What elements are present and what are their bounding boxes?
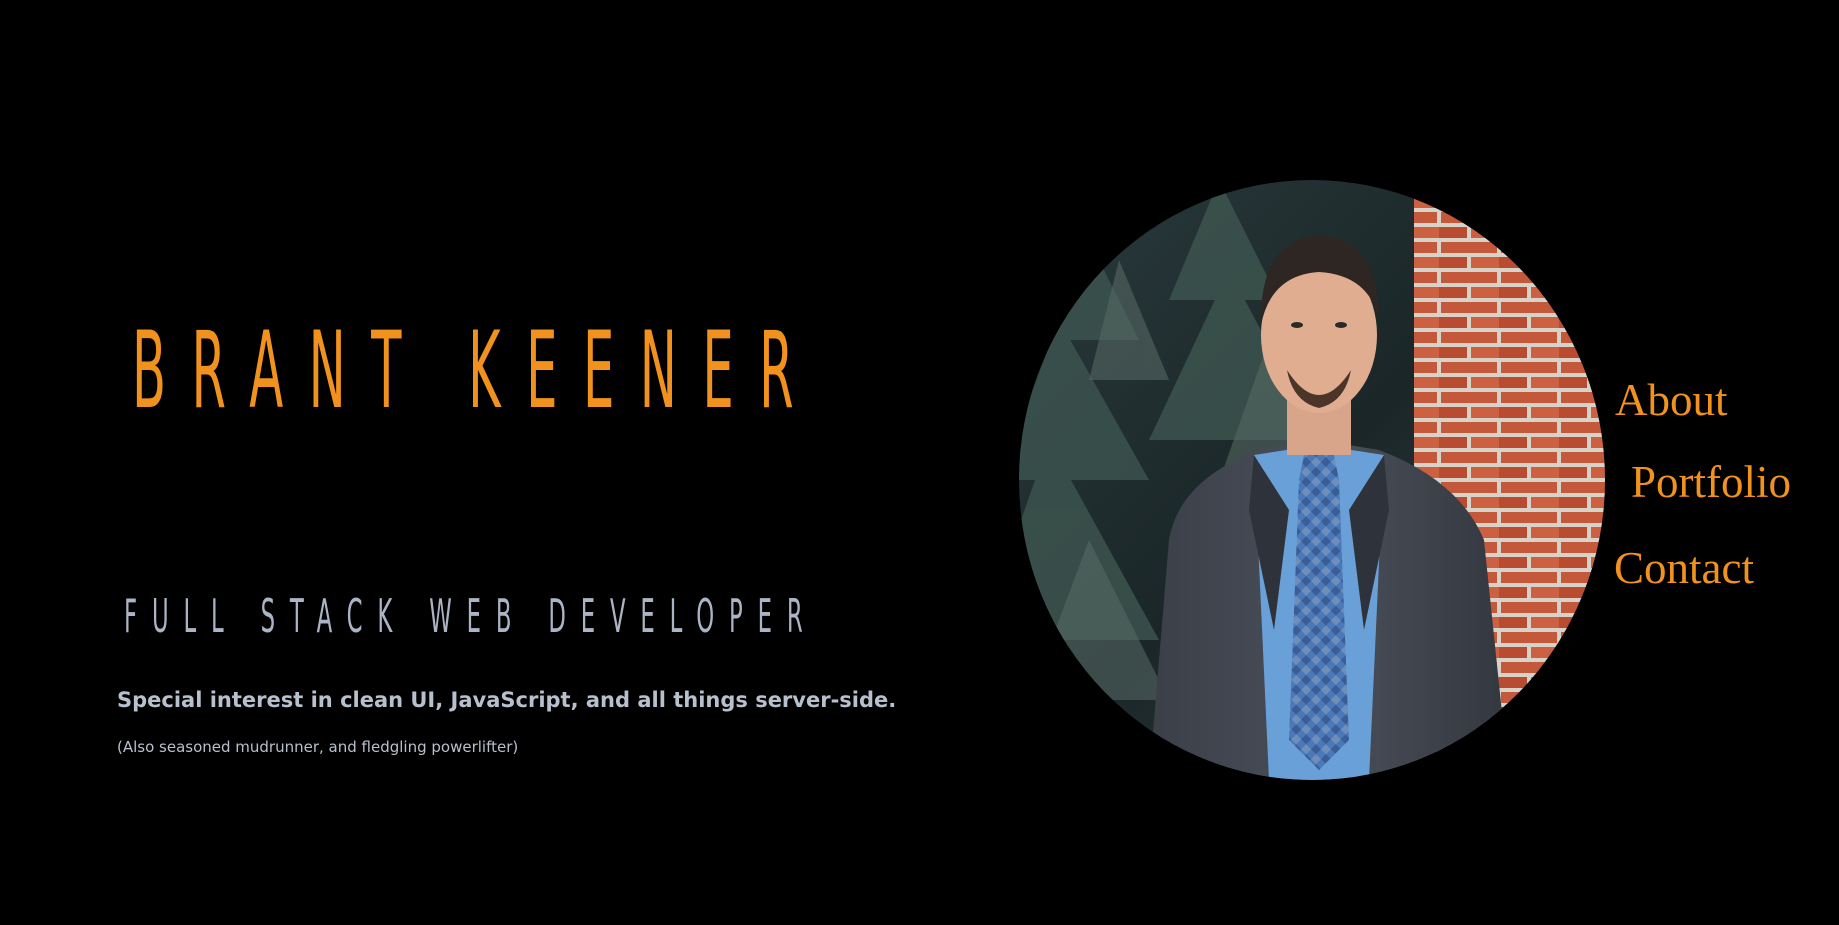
nav-link-contact[interactable]: Contact — [1614, 546, 1754, 591]
tagline: Special interest in clean UI, JavaScript… — [117, 688, 897, 712]
aside-note: (Also seasoned mudrunner, and fledgling … — [117, 738, 519, 756]
nav-link-about[interactable]: About — [1615, 378, 1728, 423]
nav-link-portfolio[interactable]: Portfolio — [1631, 460, 1791, 505]
job-title: FULL STACK WEB DEVELOPER — [124, 589, 818, 643]
profile-photo — [1019, 180, 1605, 780]
hero-name: BRANT KEENER — [132, 309, 820, 432]
page: BRANT KEENER FULL STACK WEB DEVELOPER Sp… — [0, 0, 1839, 925]
